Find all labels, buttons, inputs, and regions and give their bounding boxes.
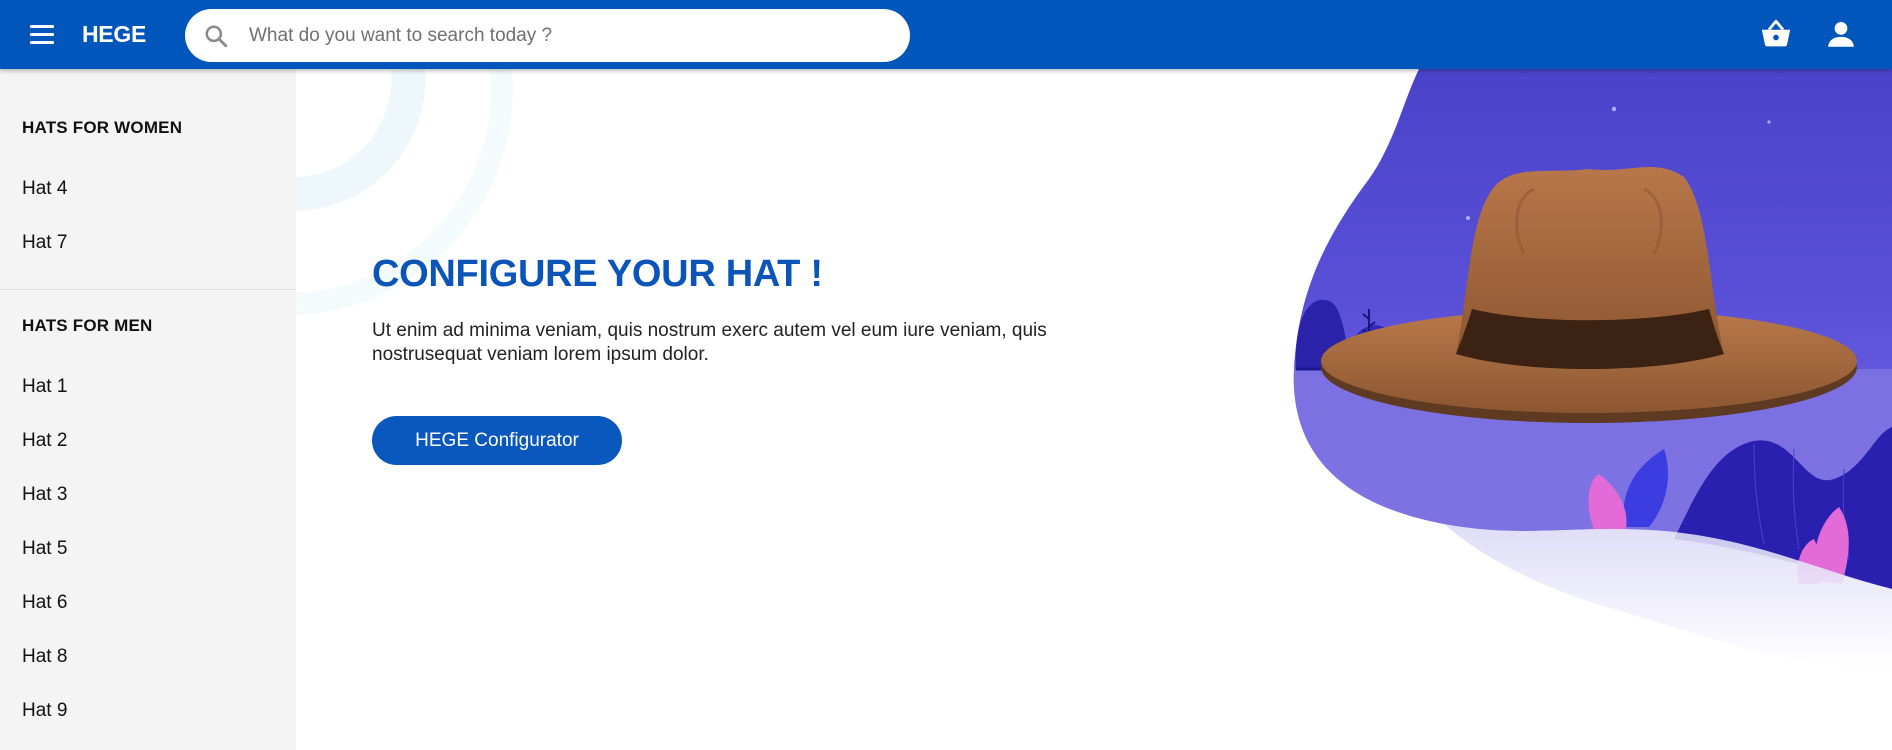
search-bar[interactable]: [185, 9, 910, 62]
hero-title: CONFIGURE YOUR HAT !: [372, 253, 823, 295]
brand-logo[interactable]: HEGE: [82, 21, 146, 48]
sidebar-divider: [0, 289, 296, 290]
search-icon: [205, 25, 228, 48]
sidebar-item-hat-5[interactable]: Hat 5: [22, 538, 67, 560]
sidebar-item-hat-2[interactable]: Hat 2: [22, 430, 67, 452]
hero-description: Ut enim ad minima veniam, quis nostrum e…: [372, 320, 1047, 365]
sidebar: HATS FOR WOMEN Hat 4 Hat 7 HATS FOR MEN …: [0, 69, 296, 750]
search-input[interactable]: [249, 18, 889, 54]
sidebar-item-hat-7[interactable]: Hat 7: [22, 232, 67, 254]
basket-icon[interactable]: [1759, 17, 1793, 51]
sidebar-item-hat-8[interactable]: Hat 8: [22, 646, 67, 668]
sidebar-item-hat-1[interactable]: Hat 1: [22, 376, 67, 398]
account-icon[interactable]: [1824, 17, 1858, 51]
configurator-button[interactable]: HEGE Configurator: [372, 416, 622, 465]
sidebar-item-hat-6[interactable]: Hat 6: [22, 592, 67, 614]
sidebar-item-hat-3[interactable]: Hat 3: [22, 484, 67, 506]
sidebar-section-title-women: HATS FOR WOMEN: [22, 118, 183, 137]
hero-section: CONFIGURE YOUR HAT ! Ut enim ad minima v…: [296, 69, 1892, 750]
sidebar-item-hat-4[interactable]: Hat 4: [22, 178, 67, 200]
sidebar-item-hat-9[interactable]: Hat 9: [22, 700, 67, 722]
menu-icon[interactable]: [24, 19, 60, 49]
hat-illustration: [1293, 69, 1892, 669]
top-app-bar: HEGE: [0, 0, 1892, 69]
sidebar-section-title-men: HATS FOR MEN: [22, 316, 153, 335]
